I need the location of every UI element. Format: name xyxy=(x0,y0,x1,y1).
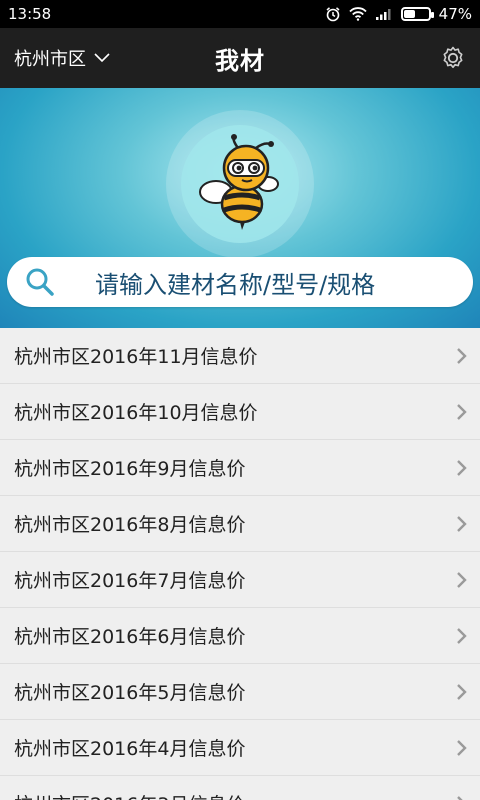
list-item[interactable]: 杭州市区2016年11月信息价 xyxy=(0,328,480,384)
list-item[interactable]: 杭州市区2016年10月信息价 xyxy=(0,384,480,440)
list-item[interactable]: 杭州市区2016年4月信息价 xyxy=(0,720,480,776)
list-item-label: 杭州市区2016年3月信息价 xyxy=(14,790,245,800)
list-item-label: 杭州市区2016年11月信息价 xyxy=(14,346,258,368)
list-item[interactable]: 杭州市区2016年3月信息价 xyxy=(0,776,480,800)
chevron-right-icon xyxy=(457,795,464,800)
page-title: 我材 xyxy=(215,46,265,75)
list-item[interactable]: 杭州市区2016年6月信息价 xyxy=(0,608,480,664)
chevron-right-icon xyxy=(457,459,467,476)
alarm-icon xyxy=(326,7,340,22)
list-item[interactable]: 杭州市区2016年7月信息价 xyxy=(0,552,480,608)
search-icon xyxy=(26,268,54,296)
list-item-label: 杭州市区2016年6月信息价 xyxy=(14,626,246,648)
list-item-label: 杭州市区2016年9月信息价 xyxy=(14,458,246,480)
status-time: 13:58 xyxy=(8,5,52,23)
price-list: 杭州市区2016年11月信息价 杭州市区2016年10月信息价 杭州市区2016年9… xyxy=(0,328,480,800)
chevron-right-icon xyxy=(457,515,467,532)
list-item[interactable]: 杭州市区2016年5月信息价 xyxy=(0,664,480,720)
list-item-label: 杭州市区2016年10月信息价 xyxy=(14,402,258,424)
gear-icon[interactable] xyxy=(440,45,466,71)
battery-icon xyxy=(400,7,434,21)
search-placeholder: 请输入建材名称/型号/规格 xyxy=(95,270,376,299)
list-item-label: 杭州市区2016年7月信息价 xyxy=(14,570,246,592)
chevron-right-icon xyxy=(457,627,467,644)
list-item[interactable]: 杭州市区2016年8月信息价 xyxy=(0,496,480,552)
signal-icon xyxy=(375,9,391,20)
list-item-label: 杭州市区2016年8月信息价 xyxy=(14,514,246,536)
search-input[interactable]: 请输入建材名称/型号/规格 xyxy=(7,257,473,307)
chevron-right-icon xyxy=(457,683,467,700)
status-bar: 13:58 47% xyxy=(0,0,480,28)
city-label: 杭州市区 xyxy=(14,49,86,70)
app-bar: 杭州市区 我材 xyxy=(0,28,480,88)
list-item[interactable]: 杭州市区2016年9月信息价 xyxy=(0,440,480,496)
list-item-label: 杭州市区2016年5月信息价 xyxy=(14,682,246,704)
list-item-label: 杭州市区2016年4月信息价 xyxy=(14,738,246,760)
chevron-right-icon xyxy=(457,739,467,756)
city-selector[interactable]: 杭州市区 xyxy=(14,28,110,88)
battery-percent: 47% xyxy=(438,5,472,23)
battery-level xyxy=(403,10,415,18)
chevron-right-icon xyxy=(457,571,467,588)
chevron-down-icon xyxy=(94,53,110,63)
chevron-right-icon xyxy=(457,347,467,364)
chevron-right-icon xyxy=(457,403,467,420)
wifi-icon xyxy=(349,7,367,21)
logo-halo xyxy=(166,110,314,258)
bee-mascot-icon xyxy=(199,134,279,230)
